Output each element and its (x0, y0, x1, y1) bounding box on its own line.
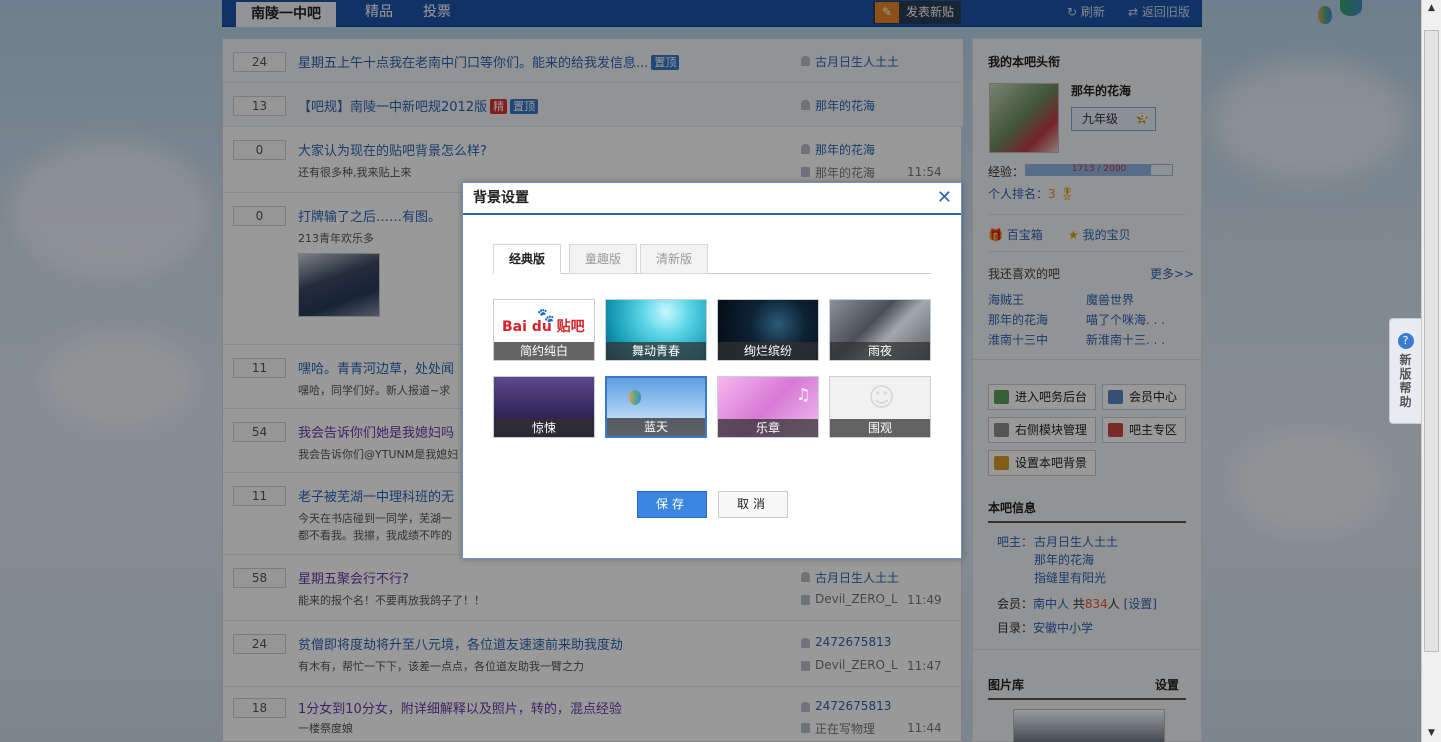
tab-fresh[interactable]: 清新版 (640, 244, 708, 274)
theme-option-rainy-night[interactable]: 雨夜 (829, 299, 931, 361)
theme-caption: 简约纯白 (494, 342, 594, 360)
tab-classic[interactable]: 经典版 (493, 244, 561, 274)
theme-caption: 惊悚 (494, 419, 594, 437)
music-note-icon: ♫ (796, 385, 811, 404)
theme-caption: 雨夜 (830, 342, 930, 360)
theme-tabs: 经典版 童趣版 清新版 (493, 243, 931, 274)
theme-option-colorful[interactable]: 绚烂缤纷 (717, 299, 819, 361)
help-tab[interactable]: ? 新版帮助 (1389, 318, 1421, 424)
scroll-up-arrow-icon[interactable]: ▲ (1422, 0, 1441, 16)
scrollbar-thumb[interactable] (1424, 30, 1439, 652)
theme-caption: 围观 (830, 419, 930, 437)
theme-option-onlooker[interactable]: ☺ 围观 (829, 376, 931, 438)
scroll-down-arrow-icon[interactable]: ▼ (1422, 725, 1441, 741)
theme-option-plain-white[interactable]: Bai du 贴吧 🐾 简约纯白 (493, 299, 595, 361)
cancel-button[interactable]: 取消 (718, 491, 788, 518)
tab-kids[interactable]: 童趣版 (569, 244, 637, 274)
page-scrollbar[interactable]: ▲ ▼ (1421, 0, 1441, 742)
theme-caption: 蓝天 (607, 418, 705, 436)
smiley-icon: ☺ (868, 383, 896, 413)
theme-option-youth[interactable]: 舞动青春 (605, 299, 707, 361)
save-button[interactable]: 保存 (637, 491, 707, 518)
theme-caption: 乐章 (718, 419, 818, 437)
theme-option-blue-sky[interactable]: 蓝天 (605, 376, 707, 438)
theme-caption: 舞动青春 (606, 342, 706, 360)
dialog-title: 背景设置 (473, 190, 529, 206)
dialog-header: 背景设置 ✕ (463, 183, 961, 215)
theme-caption: 绚烂缤纷 (718, 342, 818, 360)
balloon-icon (629, 390, 641, 405)
theme-option-music[interactable]: ♫ 乐章 (717, 376, 819, 438)
question-icon: ? (1397, 333, 1414, 349)
paw-icon: 🐾 (537, 308, 555, 324)
theme-option-thriller[interactable]: 惊悚 (493, 376, 595, 438)
background-settings-dialog: 背景设置 ✕ 经典版 童趣版 清新版 Bai du 贴吧 🐾 简约纯白 舞动青春… (462, 182, 962, 559)
close-icon[interactable]: ✕ (937, 183, 952, 213)
help-label: 新版帮助 (1399, 353, 1412, 409)
